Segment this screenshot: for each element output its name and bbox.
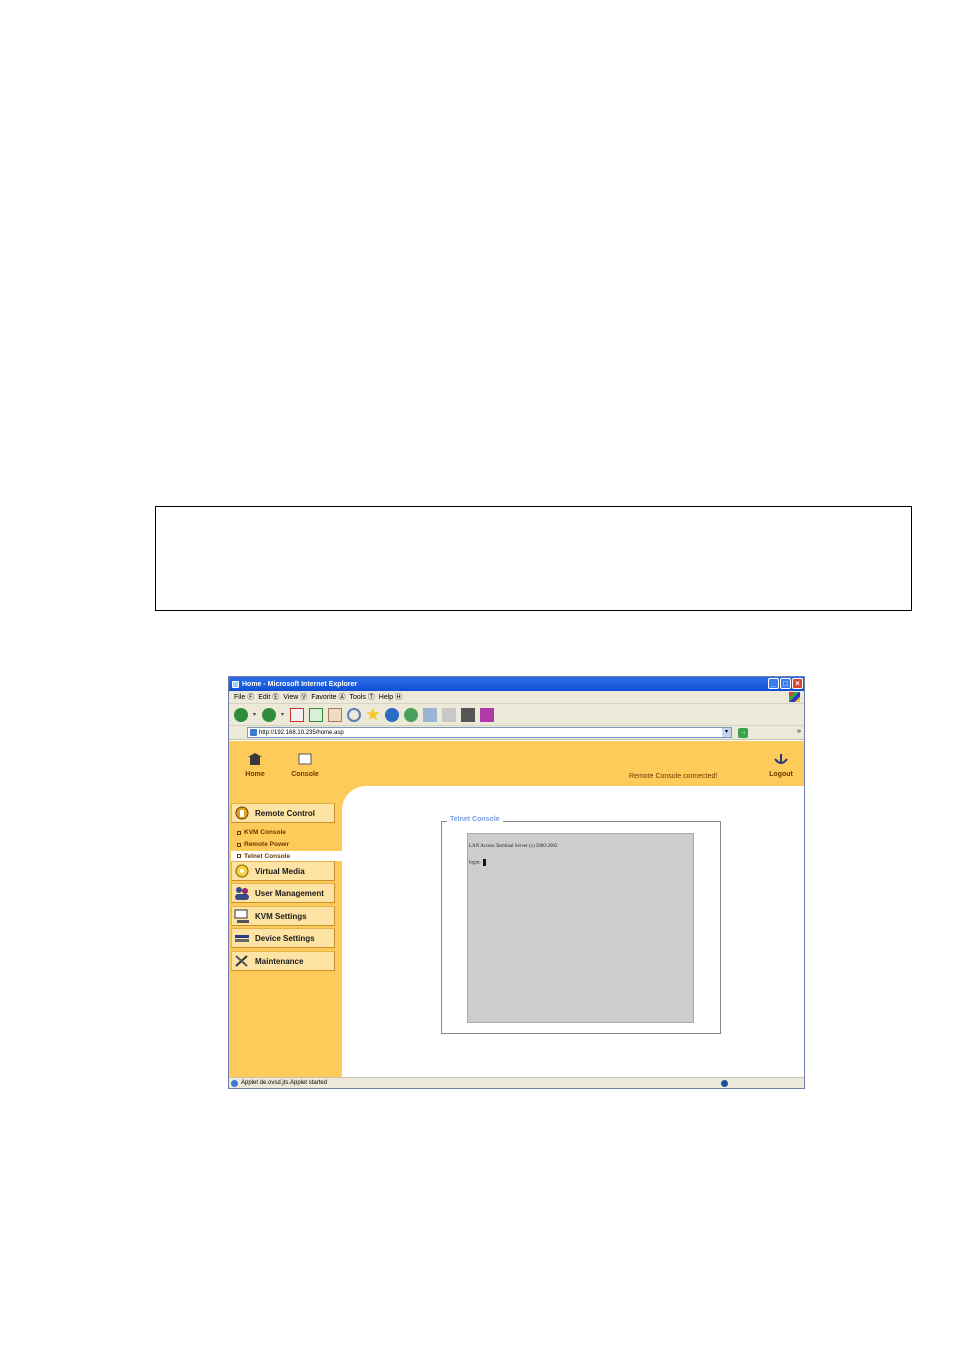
close-button[interactable]: × [792, 678, 803, 689]
edit-icon[interactable] [461, 707, 475, 722]
home-nav-label: Home [245, 771, 265, 778]
address-input[interactable]: http://192.168.10.235/home.asp ▾ [247, 727, 732, 738]
sidebar-device-settings[interactable]: Device Settings [231, 928, 335, 948]
minimize-button[interactable]: _ [768, 678, 779, 689]
home-nav[interactable]: Home [235, 753, 275, 778]
toolbar-more-icon[interactable]: » [797, 728, 801, 735]
stop-icon[interactable] [290, 707, 304, 722]
remote-control-label: Remote Control [255, 808, 315, 818]
page-icon [250, 729, 257, 736]
sidebar-virtual-media[interactable]: Virtual Media [231, 861, 335, 881]
sidebar-kvm-console[interactable]: KVM Console [237, 829, 286, 836]
login-prompt: login: [469, 860, 481, 866]
search-icon[interactable] [347, 707, 361, 722]
sidebar: Remote Control KVM Console Remote Power … [229, 786, 342, 1077]
virtual-media-icon [235, 864, 249, 878]
toolbar: ▾ ▾ [229, 704, 804, 726]
refresh-icon[interactable] [309, 707, 323, 722]
menu-tools[interactable]: Tools Ⓣ [349, 692, 374, 702]
app-header: Home Console Remote Console connected! L… [229, 741, 804, 786]
telnet-console-title: Telnet Console [447, 816, 503, 823]
console-nav[interactable]: Console [285, 753, 325, 778]
kvm-console-label: KVM Console [244, 829, 286, 836]
sidebar-remote-control[interactable]: Remote Control [231, 803, 335, 823]
window-controls: _ □ × [768, 678, 803, 689]
windows-logo-icon [789, 692, 800, 702]
text-cursor [482, 859, 486, 866]
internet-zone-icon [721, 1080, 728, 1087]
user-management-label: User Management [255, 888, 324, 898]
applet-icon [231, 1079, 238, 1087]
menu-edit[interactable]: Edit Ⓔ [258, 692, 279, 702]
status-bar: Applet de.ovsd.jts.Applet started [229, 1077, 804, 1088]
status-text: Applet de.ovsd.jts.Applet started [241, 1080, 328, 1086]
home-icon[interactable] [328, 707, 342, 722]
terminal-prompt-line: login: [469, 859, 693, 874]
kvm-settings-icon [234, 909, 249, 923]
console-nav-icon [298, 753, 312, 765]
home-nav-icon [248, 753, 262, 765]
logout-icon [774, 754, 788, 764]
address-dropdown-icon[interactable]: ▾ [722, 728, 731, 737]
address-bar: http://192.168.10.235/home.asp ▾ → » [229, 726, 804, 740]
sidebar-maintenance[interactable]: Maintenance [231, 951, 335, 971]
sidebar-telnet-console[interactable]: Telnet Console [231, 851, 342, 861]
go-button[interactable]: → [738, 727, 748, 738]
bullet-icon [237, 842, 241, 847]
kvm-web-app: Home Console Remote Console connected! L… [229, 741, 804, 1077]
forward-dropdown-icon[interactable]: ▾ [281, 711, 285, 718]
mail-icon[interactable] [423, 707, 437, 722]
console-nav-label: Console [291, 771, 319, 778]
logout-label: Logout [769, 771, 793, 778]
ie-icon [232, 680, 239, 688]
device-settings-icon [235, 935, 249, 942]
user-management-icon [235, 887, 249, 900]
remote-control-icon [235, 806, 249, 820]
sidebar-user-management[interactable]: User Management [231, 883, 335, 903]
note-box [155, 506, 912, 611]
maintenance-label: Maintenance [255, 956, 304, 966]
history-icon[interactable] [404, 707, 418, 722]
browser-window: Home - Microsoft Internet Explorer _ □ ×… [228, 676, 805, 1089]
terminal-line: LAN Access Terminal Server (c) 2000-2002 [469, 844, 558, 849]
logout-nav[interactable]: Logout [761, 753, 801, 778]
terminal-screen[interactable]: LAN Access Terminal Server (c) 2000-2002… [467, 833, 694, 1023]
kvm-settings-label: KVM Settings [255, 911, 307, 921]
bullet-icon [237, 830, 241, 835]
window-title: Home - Microsoft Internet Explorer [242, 680, 358, 688]
sidebar-kvm-settings[interactable]: KVM Settings [231, 906, 335, 926]
menu-help[interactable]: Help Ⓗ [379, 692, 402, 702]
menu-bar: File Ⓕ Edit Ⓔ View Ⓥ Favorite Ⓐ Tools Ⓣ … [229, 691, 804, 704]
menu-file[interactable]: File Ⓕ [234, 692, 254, 702]
title-bar: Home - Microsoft Internet Explorer _ □ × [229, 677, 804, 691]
menu-view[interactable]: View Ⓥ [283, 692, 307, 702]
back-icon[interactable] [234, 707, 248, 722]
print-icon[interactable] [442, 707, 456, 722]
messenger-icon[interactable] [480, 707, 494, 722]
address-url: http://192.168.10.235/home.asp [259, 729, 344, 736]
virtual-media-label: Virtual Media [255, 866, 305, 876]
menu-favorite[interactable]: Favorite Ⓐ [311, 692, 345, 702]
bullet-icon [237, 854, 241, 858]
media-icon[interactable] [385, 707, 399, 722]
remote-power-label: Remote Power [244, 841, 290, 848]
back-dropdown-icon[interactable]: ▾ [253, 711, 257, 718]
forward-icon[interactable] [262, 707, 276, 722]
maximize-button[interactable]: □ [780, 678, 791, 689]
telnet-console-panel: Telnet Console LAN Access Terminal Serve… [441, 816, 721, 1034]
sidebar-remote-power[interactable]: Remote Power [237, 841, 289, 848]
telnet-console-label: Telnet Console [244, 852, 291, 860]
connection-status: Remote Console connected! [629, 773, 718, 780]
device-settings-label: Device Settings [255, 933, 315, 943]
favorites-icon[interactable] [366, 707, 380, 721]
tools-icon [235, 955, 248, 967]
